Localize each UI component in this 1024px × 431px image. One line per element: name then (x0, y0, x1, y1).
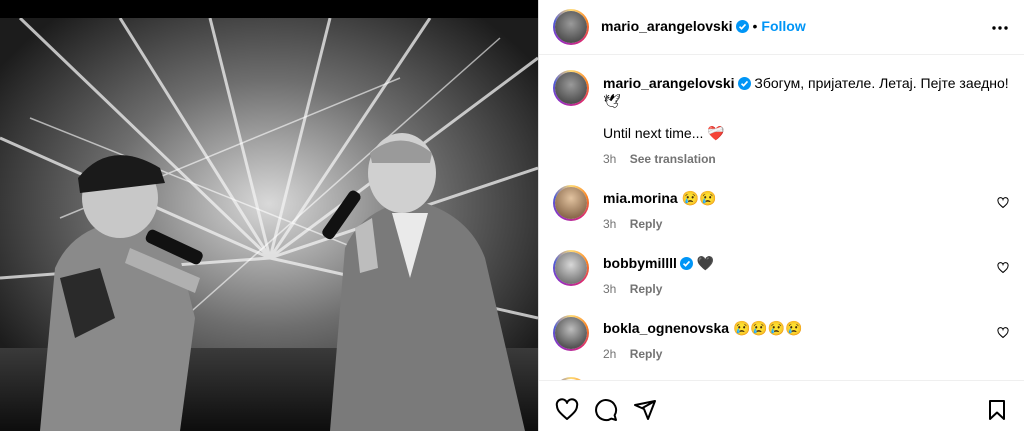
comment-avatar[interactable] (553, 250, 589, 286)
comment-item: bobbymillll 🖤 3h Reply (539, 250, 1024, 310)
author-username[interactable]: mario_arangelovski (601, 18, 733, 34)
comment-like-heart-icon[interactable] (997, 197, 1009, 209)
author-avatar[interactable] (553, 9, 589, 45)
post-photo[interactable] (0, 18, 538, 431)
verified-badge-icon (735, 20, 749, 33)
comment-username[interactable]: bobbymillll (603, 255, 677, 271)
heart-icon[interactable] (555, 398, 579, 422)
comment-icon[interactable] (594, 398, 618, 422)
post-side-panel: mario_arangelovski • Follow mario_arangelo… (538, 0, 1024, 431)
comment-item: mia.morina 😢😢 3h Reply (539, 185, 1024, 245)
post-action-bar (539, 380, 1024, 431)
comment-body: bokla_ognenovska 😢😢😢😢 2h Reply (603, 319, 803, 361)
reply-button[interactable]: Reply (630, 347, 663, 361)
comment-text: 🖤 (696, 255, 715, 271)
verified-badge-icon (679, 257, 693, 270)
comment-text: 😢😢 (681, 190, 717, 206)
top-strip (0, 0, 538, 18)
concert-photo-illustration (0, 18, 538, 431)
caption-body: mario_arangelovski Збогум, пријателе. Ле… (603, 74, 1009, 166)
caption-timestamp[interactable]: 3h (603, 152, 616, 166)
caption-username[interactable]: mario_arangelovski (603, 75, 735, 91)
separator-dot: • (752, 18, 758, 34)
comment-like-heart-icon[interactable] (997, 327, 1009, 339)
verified-badge-icon (737, 77, 751, 90)
comments-list[interactable]: mario_arangelovski Збогум, пријателе. Ле… (539, 56, 1024, 380)
comment-item: bokla_ognenovska 😢😢😢😢 2h Reply (539, 315, 1024, 375)
comment-username[interactable]: bokla_ognenovska (603, 320, 729, 336)
reply-button[interactable]: Reply (630, 217, 663, 231)
send-icon[interactable] (633, 398, 657, 422)
header-user-line: mario_arangelovski • Follow (601, 18, 806, 36)
comment-like-heart-icon[interactable] (997, 262, 1009, 274)
caption-text-line1: Збогум, пријателе. Летај. Пејте заедно! (754, 75, 1009, 91)
comment-text: 😢😢😢😢 (732, 320, 803, 336)
follow-button[interactable]: Follow (761, 18, 805, 34)
see-translation-link[interactable]: See translation (630, 152, 716, 166)
caption-author-avatar[interactable] (553, 70, 589, 106)
more-options-icon[interactable] (991, 19, 1009, 37)
reply-button[interactable]: Reply (630, 282, 663, 296)
comment-body: bobbymillll 🖤 3h Reply (603, 254, 714, 296)
caption-text-line2: Until next time... (603, 125, 704, 141)
post-header: mario_arangelovski • Follow (539, 0, 1024, 55)
caption-heart-emoji: ❤️‍🩹 (707, 125, 725, 141)
comment-timestamp[interactable]: 3h (603, 282, 616, 296)
comment-avatar[interactable] (553, 315, 589, 351)
comment-avatar[interactable] (553, 185, 589, 221)
comment-timestamp[interactable]: 3h (603, 217, 616, 231)
caption-dove-emoji: 🕊 (603, 93, 621, 109)
comment-body: mia.morina 😢😢 3h Reply (603, 189, 716, 231)
caption-row: mario_arangelovski Збогум, пријателе. Ле… (539, 70, 1024, 180)
comment-username[interactable]: mia.morina (603, 190, 678, 206)
comment-timestamp[interactable]: 2h (603, 347, 616, 361)
bookmark-icon[interactable] (985, 398, 1009, 422)
